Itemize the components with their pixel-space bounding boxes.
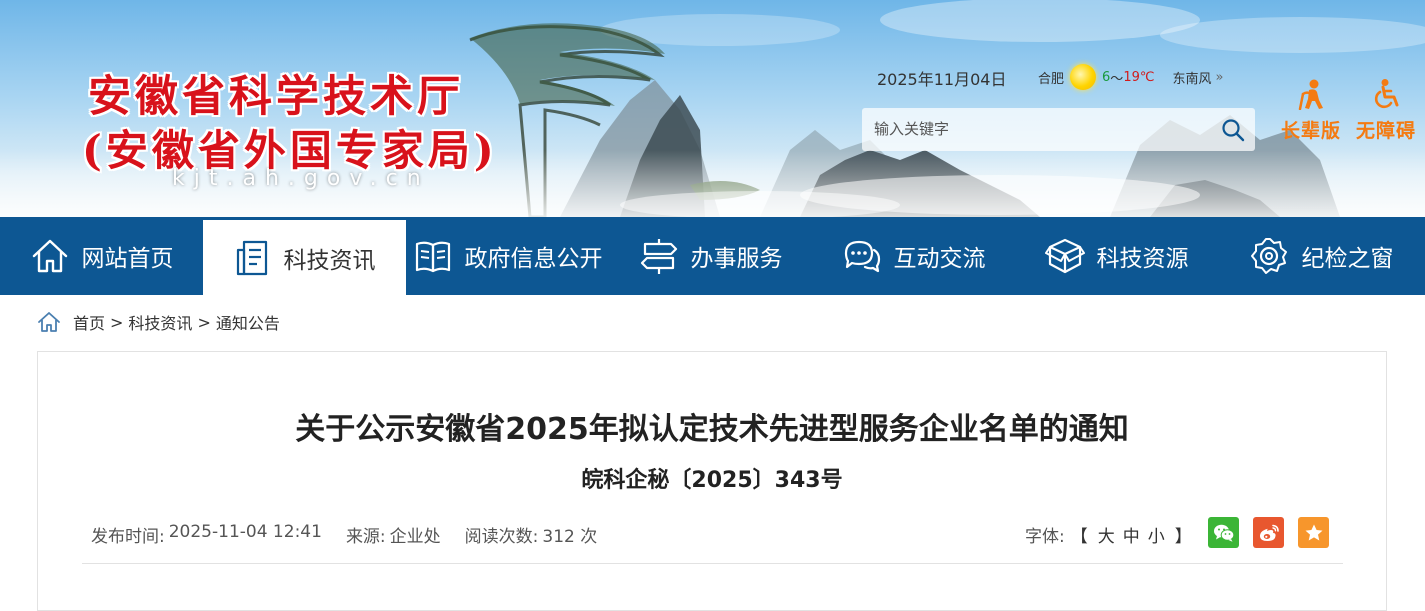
meta-divider (82, 563, 1343, 564)
double-chevron-right-icon[interactable]: » (1215, 70, 1223, 85)
breadcrumb-separator: > (197, 312, 211, 332)
weibo-icon (1259, 524, 1279, 541)
nav-item-gov-info[interactable]: 政府信息公开 (406, 217, 609, 295)
signpost-icon (640, 239, 677, 274)
nav-item-services[interactable]: 办事服务 (609, 217, 812, 295)
publish-time: 2025-11-04 12:41 (168, 522, 322, 542)
chat-icon (844, 240, 880, 273)
wind-direction: 东南风 (1172, 71, 1212, 87)
font-size-large[interactable]: 大 (1098, 522, 1115, 547)
badge-icon (1250, 238, 1287, 274)
bracket-open: 【 (1070, 527, 1088, 547)
accessibility-label: 无障碍 (1356, 120, 1417, 142)
elder-mode-button[interactable]: 长辈版 (1281, 78, 1341, 143)
nav-item-resources[interactable]: 科技资源 (1015, 217, 1218, 295)
site-domain: kjt.ah.gov.cn (172, 166, 430, 191)
nav-label-interaction: 互动交流 (893, 246, 986, 272)
article-meta: 发布时间: 2025-11-04 12:41 来源: 企业处 阅读次数: 312… (91, 522, 621, 547)
share-wechat-button[interactable] (1208, 517, 1239, 548)
breadcrumb-news[interactable]: 科技资讯 (128, 310, 192, 334)
bracket-close: 】 (1174, 527, 1192, 547)
nav-label-resources: 科技资源 (1096, 246, 1189, 272)
sun-icon (1070, 64, 1097, 90)
breadcrumb-separator: > (110, 312, 124, 332)
nav-item-news[interactable]: 科技资讯 (203, 217, 406, 295)
reads-count: 312 次 (542, 527, 598, 547)
add-favorite-button[interactable] (1298, 517, 1329, 548)
font-size-selector: 字体: 【 大 中 小 】 (1025, 522, 1198, 547)
book-icon (415, 241, 450, 273)
source-label: 来源: (345, 527, 386, 547)
wheelchair-icon (1374, 79, 1399, 109)
home-icon (38, 312, 60, 332)
search-icon (1222, 118, 1245, 141)
box-icon (1044, 238, 1085, 274)
nav-label-home: 网站首页 (81, 246, 174, 272)
accessibility-button[interactable]: 无障碍 (1356, 78, 1416, 143)
document-icon (236, 240, 267, 275)
nav-label-news: 科技资讯 (283, 247, 376, 274)
reads-label: 阅读次数: (464, 527, 539, 547)
nav-label-discipline: 纪检之窗 (1301, 246, 1394, 272)
document-number: 皖科企秘〔2025〕343号 (581, 468, 843, 493)
nav-label-services: 办事服务 (690, 246, 783, 272)
elder-mode-label: 长辈版 (1281, 120, 1342, 142)
source-value: 企业处 (389, 527, 441, 547)
article-title: 关于公示安徽省2025年拟认定技术先进型服务企业名单的通知 (295, 412, 1129, 447)
publish-label: 发布时间: (91, 527, 165, 547)
font-size-label: 字体: (1025, 527, 1065, 547)
nav-item-interaction[interactable]: 互动交流 (812, 217, 1015, 295)
search-input[interactable] (862, 108, 1211, 151)
font-size-medium[interactable]: 中 (1123, 522, 1140, 547)
star-icon (1305, 524, 1322, 540)
weather-widget: 合肥 6 ～ 19℃ 东南风 » (1038, 64, 1223, 90)
nav-item-discipline[interactable]: 纪检之窗 (1218, 217, 1425, 295)
main-nav: 网站首页 科技资讯 政府信息公开 办事服务 互动交流 科技资源 纪检之窗 (0, 217, 1425, 295)
breadcrumb-home[interactable]: 首页 (73, 310, 105, 334)
breadcrumb-notices[interactable]: 通知公告 (216, 310, 280, 334)
share-weibo-button[interactable] (1253, 517, 1284, 548)
elder-icon (1298, 79, 1323, 110)
wechat-icon (1213, 524, 1234, 542)
site-header-banner: 安徽省科学技术厅 (安徽省外国专家局) kjt.ah.gov.cn 2025年1… (0, 0, 1425, 217)
temp-separator: ～ (1110, 71, 1124, 87)
article-card: 关于公示安徽省2025年拟认定技术先进型服务企业名单的通知 皖科企秘〔2025〕… (37, 351, 1387, 611)
nav-label-gov-info: 政府信息公开 (464, 246, 603, 272)
temp-low: 6 (1102, 69, 1111, 85)
font-size-small[interactable]: 小 (1148, 522, 1165, 547)
site-logo-title[interactable]: 安徽省科学技术厅 (88, 62, 464, 124)
current-date: 2025年11月04日 (877, 70, 1007, 89)
temp-high: 19℃ (1123, 69, 1155, 85)
share-bar (1208, 517, 1343, 548)
home-icon (32, 239, 67, 273)
weather-city: 合肥 (1038, 71, 1065, 87)
search-bar (862, 108, 1255, 151)
search-button[interactable] (1211, 108, 1255, 151)
breadcrumb: 首页 > 科技资讯 > 通知公告 (37, 310, 280, 334)
nav-item-home[interactable]: 网站首页 (0, 217, 203, 295)
